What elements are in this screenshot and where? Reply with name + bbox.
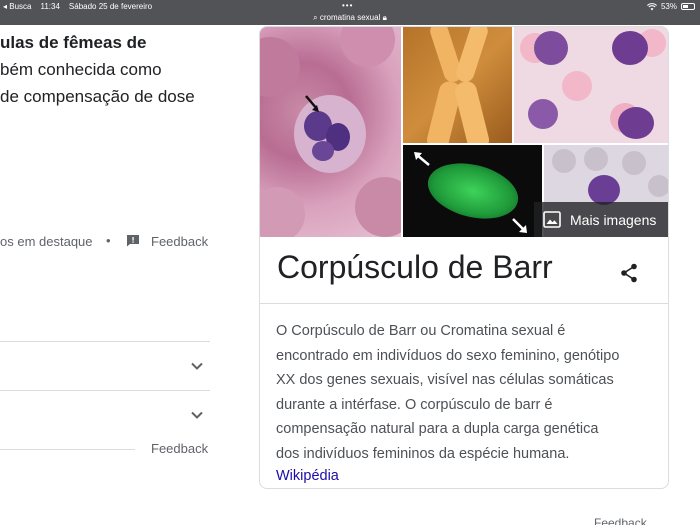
neutrophil-drumstick-image[interactable]: [260, 27, 401, 237]
featured-snippet-meta: os em destaque • Feedback: [0, 232, 212, 252]
snippet-line: bém conhecida como: [0, 60, 162, 79]
status-bar: ◂ Busca 11:34 Sábado 25 de fevereiro •••…: [0, 0, 700, 25]
share-icon[interactable]: [620, 263, 638, 283]
snippet-line: de compensação de dose: [0, 87, 195, 106]
status-date: Sábado 25 de fevereiro: [68, 2, 153, 11]
fluorescent-nucleus-image[interactable]: [403, 145, 542, 237]
separator-bullet: •: [106, 233, 111, 248]
more-images-label: Mais imagens: [570, 212, 657, 228]
description-line: O Corpúsculo de Barr ou Cromatina sexual…: [276, 323, 566, 339]
image-icon: [543, 211, 561, 228]
feedback-link[interactable]: Feedback: [151, 441, 208, 456]
related-question[interactable]: [0, 390, 210, 440]
x-chromosome-image[interactable]: [403, 27, 512, 143]
feedback-link[interactable]: Feedback: [151, 234, 208, 249]
lock-icon: 🔒︎: [382, 13, 387, 22]
tab-dots-icon[interactable]: •••: [342, 2, 353, 10]
knowledge-panel: Mais imagens Corpúsculo de Barr O Corpús…: [259, 26, 669, 489]
arrow-icon: [512, 218, 527, 233]
description-line: XX dos genes sexuais, visível nas célula…: [276, 372, 614, 389]
description-line: compensação natural para a dupla carga g…: [276, 421, 599, 438]
address-text: cromatina sexual: [319, 13, 381, 22]
divider: [0, 449, 135, 450]
entity-description: O Corpúsculo de Barr ou Cromatina sexual…: [276, 319, 656, 467]
chevron-down-icon[interactable]: [190, 359, 204, 373]
feedback-icon[interactable]: [126, 234, 140, 247]
arrow-icon: [305, 95, 319, 112]
related-question[interactable]: [0, 341, 210, 391]
description-line: encontrado em indivíduos do sexo feminin…: [276, 347, 620, 364]
arrow-icon: [414, 152, 430, 166]
battery-icon: [681, 3, 695, 10]
address-bar[interactable]: ⌕ cromatina sexual 🔒︎: [0, 13, 700, 23]
blood-smear-image[interactable]: [514, 27, 668, 143]
back-to-app-button[interactable]: ◂ Busca: [3, 2, 31, 11]
entity-title: Corpúsculo de Barr: [277, 249, 553, 285]
divider: [260, 303, 668, 304]
feedback-link[interactable]: Feedback: [594, 516, 647, 525]
description-line: dos indivíduos femininos da espécie huma…: [276, 445, 570, 462]
chevron-down-icon[interactable]: [190, 408, 204, 422]
featured-snippets-link[interactable]: os em destaque: [0, 234, 93, 249]
snippet-line: ulas de fêmeas de: [0, 33, 147, 52]
status-time: 11:34: [40, 2, 60, 11]
source-link[interactable]: Wikipédia: [276, 468, 339, 484]
more-images-button[interactable]: Mais imagens: [534, 202, 668, 237]
wifi-icon: [647, 2, 657, 10]
description-line: durante a intérfase. O corpúsculo de bar…: [276, 396, 553, 413]
battery-percent: 53%: [660, 2, 677, 11]
search-icon: ⌕: [313, 13, 318, 22]
